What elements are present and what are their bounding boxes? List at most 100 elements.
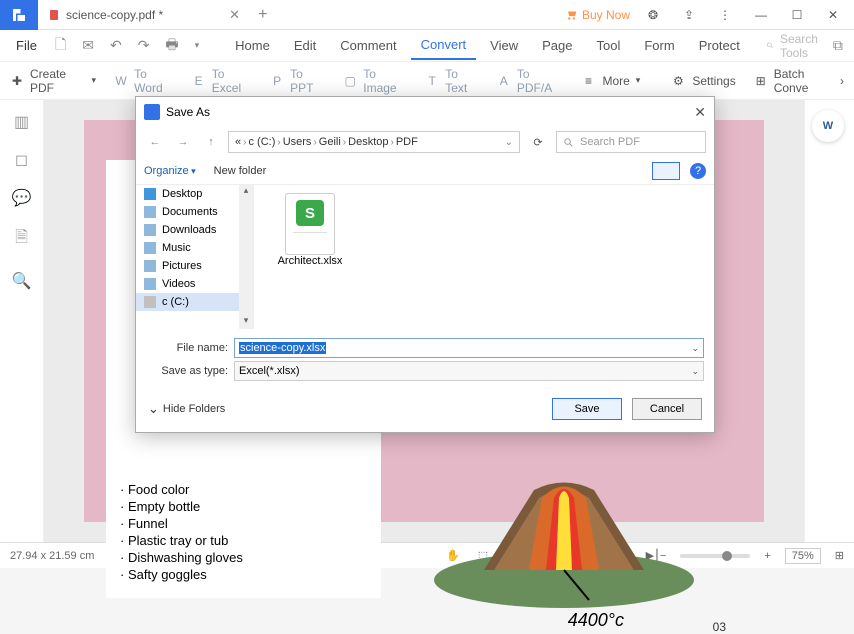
nav-forward-button[interactable]: → xyxy=(172,136,194,148)
undo-icon[interactable]: ↶ xyxy=(104,33,128,58)
file-thumbnail: S xyxy=(285,193,335,255)
to-image-button[interactable]: ▢ To Image xyxy=(343,67,407,95)
dropdown-icon[interactable]: ⌄ xyxy=(691,366,699,377)
settings-button[interactable]: ⚙ Settings xyxy=(670,73,735,89)
tree-scrollbar[interactable]: ▴ ▾ xyxy=(239,185,253,329)
breadcrumb-bar[interactable]: «› c (C:)› Users› Geili› Desktop› PDF ⌄ xyxy=(228,131,520,153)
gear-icon: ⚙ xyxy=(670,73,686,89)
dialog-body: Desktop Documents Downloads Music Pictur… xyxy=(136,185,714,329)
folder-tree[interactable]: Desktop Documents Downloads Music Pictur… xyxy=(136,185,254,329)
close-tab-icon[interactable]: ✕ xyxy=(229,7,240,23)
minimize-button[interactable]: — xyxy=(748,8,774,22)
filetype-label: Save as type: xyxy=(146,365,234,377)
cancel-button[interactable]: Cancel xyxy=(632,398,702,420)
search-tools-input[interactable]: Search Tools xyxy=(766,32,823,60)
filetype-select[interactable]: Excel(*.xlsx) ⌄ xyxy=(234,361,704,381)
comments-icon[interactable]: 💬 xyxy=(12,188,32,208)
menu-edit[interactable]: Edit xyxy=(284,32,326,59)
to-text-button[interactable]: T To Text xyxy=(425,67,479,95)
tree-item-documents[interactable]: Documents xyxy=(136,203,253,221)
close-window-button[interactable]: ✕ xyxy=(820,8,846,22)
filename-input[interactable]: science-copy.xlsx ⌄ xyxy=(234,338,704,358)
to-ppt-button[interactable]: P To PPT xyxy=(270,67,325,95)
file-item[interactable]: S Architect.xlsx xyxy=(270,193,350,267)
scroll-down-icon[interactable]: ▾ xyxy=(239,315,253,329)
menu-tool[interactable]: Tool xyxy=(586,32,630,59)
right-sidebar: W xyxy=(804,100,854,542)
ppt-icon: P xyxy=(270,73,284,89)
tree-item-videos[interactable]: Videos xyxy=(136,275,253,293)
create-pdf-button[interactable]: ✚ Create PDF ▾ xyxy=(10,67,96,95)
zoom-in-icon[interactable]: + xyxy=(764,550,770,562)
document-tab[interactable]: science-copy.pdf * ✕ xyxy=(38,0,250,30)
print-dropdown-icon[interactable]: ▾ xyxy=(189,36,206,55)
dropdown-icon[interactable]: ⌄ xyxy=(691,343,699,354)
crumb[interactable]: c (C:) xyxy=(248,136,275,148)
cart-icon xyxy=(564,8,578,22)
crumb[interactable]: Users xyxy=(283,136,312,148)
menu-comment[interactable]: Comment xyxy=(330,32,406,59)
external-link-icon[interactable]: ⧉ xyxy=(827,33,849,58)
maximize-button[interactable]: ☐ xyxy=(784,8,810,22)
to-excel-button[interactable]: E To Excel xyxy=(192,67,252,95)
app-logo[interactable] xyxy=(0,0,38,30)
save-button[interactable]: Save xyxy=(552,398,622,420)
view-options-button[interactable] xyxy=(652,162,680,180)
zoom-level[interactable]: 75% xyxy=(785,548,821,564)
tree-item-music[interactable]: Music xyxy=(136,239,253,257)
crumb[interactable]: « xyxy=(235,136,241,148)
tree-item-pictures[interactable]: Pictures xyxy=(136,257,253,275)
menu-home[interactable]: Home xyxy=(225,32,280,59)
tree-item-downloads[interactable]: Downloads xyxy=(136,221,253,239)
share-icon[interactable]: ⇪ xyxy=(676,8,702,22)
thumbnails-icon[interactable]: ▥ xyxy=(14,112,29,132)
nav-back-button[interactable]: ← xyxy=(144,136,166,148)
more-icon[interactable]: ⋮ xyxy=(712,8,738,22)
menu-form[interactable]: Form xyxy=(634,32,684,59)
dialog-search-input[interactable]: Search PDF xyxy=(556,131,706,153)
organize-button[interactable]: Organize xyxy=(144,165,196,177)
add-tab-button[interactable]: + xyxy=(258,6,267,24)
help-button[interactable]: ? xyxy=(690,163,706,179)
nav-up-button[interactable]: ↑ xyxy=(200,136,222,148)
left-sidebar: ▥ ◻ 💬 🗎 🔍 xyxy=(0,100,44,542)
word-export-badge[interactable]: W xyxy=(812,110,844,142)
save-icon[interactable]: 🗋 xyxy=(49,30,72,62)
zoom-slider[interactable] xyxy=(680,554,750,558)
print-icon[interactable]: 🖶 xyxy=(159,30,184,62)
more-button[interactable]: ≡ More ▾ xyxy=(580,73,640,89)
redo-icon[interactable]: ↷ xyxy=(132,33,156,58)
create-pdf-icon: ✚ xyxy=(10,73,24,89)
crumb[interactable]: PDF xyxy=(396,136,418,148)
to-word-button[interactable]: W To Word xyxy=(114,67,174,95)
search-sidebar-icon[interactable]: 🔍 xyxy=(12,271,32,291)
app-updates-icon[interactable]: ❂ xyxy=(640,8,666,22)
crumb[interactable]: Desktop xyxy=(348,136,388,148)
hide-folders-toggle[interactable]: Hide Folders xyxy=(148,401,225,417)
page-number-label: 03 xyxy=(713,620,726,634)
batch-convert-button[interactable]: ⊞ Batch Conve › xyxy=(754,67,844,95)
dialog-close-button[interactable]: ✕ xyxy=(694,104,706,121)
fit-view-icon[interactable]: ⊞ xyxy=(835,549,844,562)
mail-icon[interactable]: ✉ xyxy=(76,33,100,58)
breadcrumb-dropdown-icon[interactable]: ⌄ xyxy=(505,137,513,148)
tree-item-desktop[interactable]: Desktop xyxy=(136,185,253,203)
list-item: · Plastic tray or tub xyxy=(120,533,367,548)
attachments-icon[interactable]: 🗎 xyxy=(15,226,28,253)
tree-item-c-drive[interactable]: c (C:) xyxy=(136,293,253,311)
menu-view[interactable]: View xyxy=(480,32,528,59)
bookmarks-icon[interactable]: ◻ xyxy=(15,150,28,170)
buy-now-link[interactable]: Buy Now xyxy=(564,8,630,22)
menu-file[interactable]: File xyxy=(8,34,45,57)
dialog-nav: ← → ↑ «› c (C:)› Users› Geili› Desktop› … xyxy=(136,127,714,157)
menu-page[interactable]: Page xyxy=(532,32,582,59)
refresh-button[interactable]: ⟳ xyxy=(526,136,550,149)
file-list[interactable]: S Architect.xlsx xyxy=(254,185,714,329)
new-folder-button[interactable]: New folder xyxy=(214,165,267,177)
scroll-up-icon[interactable]: ▴ xyxy=(239,185,253,199)
menu-protect[interactable]: Protect xyxy=(689,32,750,59)
dialog-titlebar: Save As ✕ xyxy=(136,97,714,127)
menu-convert[interactable]: Convert xyxy=(411,31,477,60)
crumb[interactable]: Geili xyxy=(319,136,341,148)
to-pdfa-button[interactable]: A To PDF/A xyxy=(497,67,563,95)
